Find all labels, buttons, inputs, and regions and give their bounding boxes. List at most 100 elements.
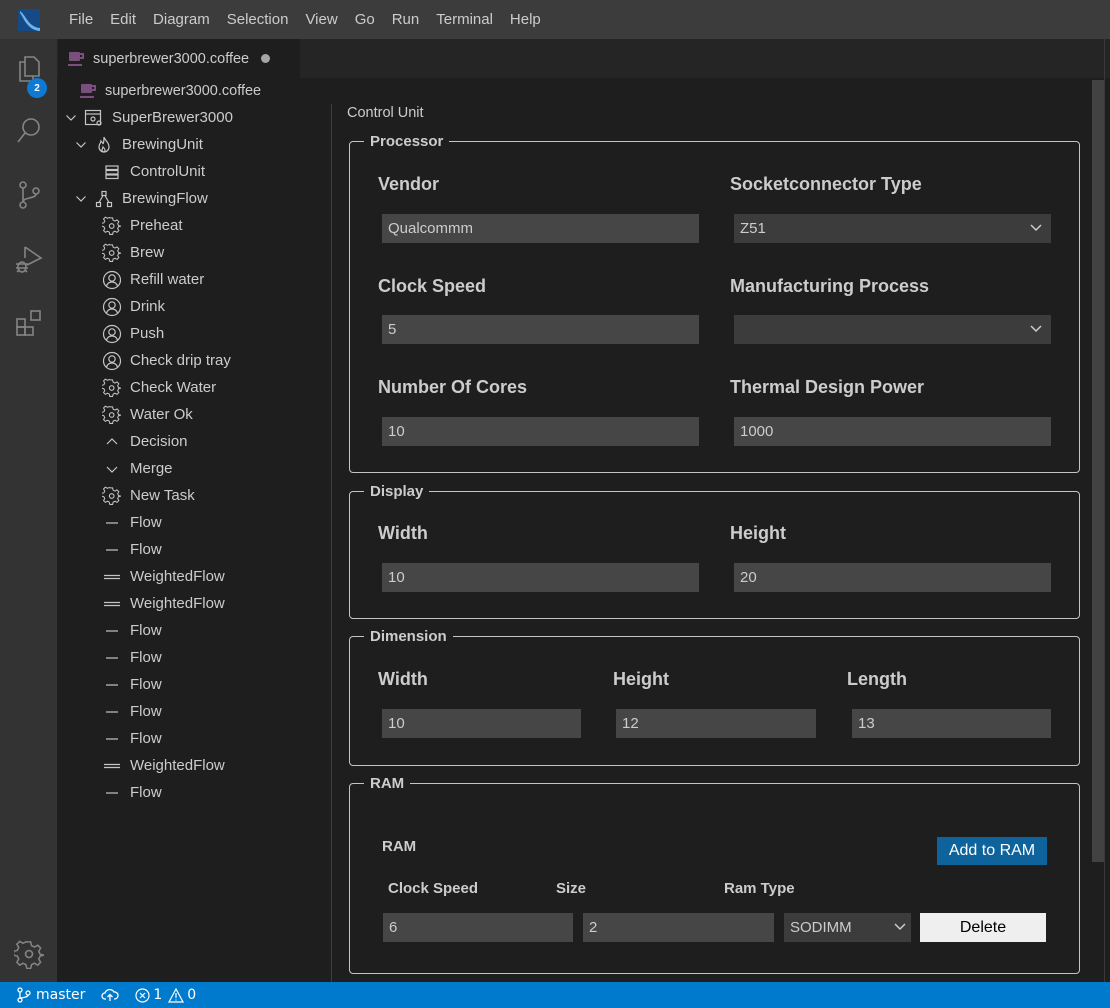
tree-item[interactable]: Flow	[57, 644, 332, 671]
menu-view[interactable]: View	[297, 0, 346, 39]
tree-form-divider[interactable]	[331, 104, 332, 982]
tree-item[interactable]: Flow	[57, 509, 332, 536]
dash-icon	[101, 513, 123, 533]
tree-file-label: superbrewer3000.coffee	[105, 83, 262, 99]
tree-item[interactable]: New Task	[57, 482, 332, 509]
extensions-button[interactable]	[0, 299, 57, 347]
tree-item-label: WeightedFlow	[130, 568, 225, 585]
dimension-width-input[interactable]	[382, 709, 581, 738]
tree-item[interactable]: Flow	[57, 698, 332, 725]
vendor-input[interactable]	[382, 214, 699, 243]
dash-icon	[101, 783, 123, 803]
menu-go[interactable]: Go	[346, 0, 383, 39]
tree-item-label: Check Water	[130, 379, 217, 396]
run-debug-button[interactable]	[0, 235, 57, 283]
expand-chevron-icon[interactable]	[63, 113, 79, 123]
editor-tab[interactable]: superbrewer3000.coffee	[58, 39, 300, 78]
tree-item[interactable]: SuperBrewer3000	[57, 104, 332, 131]
tree-item[interactable]: Brew	[57, 239, 332, 266]
ram-row-clock-speed-input[interactable]	[383, 913, 573, 942]
tree-item-label: Decision	[130, 433, 188, 450]
tree-item-label: Preheat	[130, 217, 183, 234]
ram-row-size-input[interactable]	[583, 913, 774, 942]
source-control-button[interactable]	[0, 171, 57, 219]
tree-item[interactable]: Push	[57, 320, 332, 347]
tree-item-label: Flow	[130, 676, 162, 693]
display-height-input[interactable]	[734, 563, 1051, 592]
dimension-group: Dimension	[349, 628, 1080, 766]
search-button[interactable]	[0, 107, 57, 155]
tree-item[interactable]: Flow	[57, 725, 332, 752]
thermal-design-power-label: Thermal Design Power	[730, 377, 925, 397]
tree-item[interactable]: Preheat	[57, 212, 332, 239]
tree-file-node[interactable]: superbrewer3000.coffee	[80, 80, 261, 102]
menu-run[interactable]: Run	[383, 0, 428, 39]
tree-item[interactable]: Merge	[57, 455, 332, 482]
expand-chevron-icon[interactable]	[73, 140, 89, 150]
menu-terminal[interactable]: Terminal	[428, 0, 502, 39]
thermal-design-power-input[interactable]	[734, 417, 1051, 446]
manufacturing-process-select[interactable]	[734, 315, 1051, 344]
branch-name: master	[36, 987, 86, 1003]
type-hierarchy-icon	[93, 189, 115, 209]
clock-speed-input[interactable]	[382, 315, 699, 344]
expand-chevron-icon[interactable]	[73, 194, 89, 204]
tree-item[interactable]: WeightedFlow	[57, 590, 332, 617]
dimension-length-input[interactable]	[852, 709, 1051, 738]
chevron-up-icon	[101, 432, 123, 452]
tree-item[interactable]: Flow	[57, 671, 332, 698]
menu-diagram[interactable]: Diagram	[145, 0, 219, 39]
warning-icon	[168, 987, 185, 1003]
tab-title: superbrewer3000.coffee	[93, 50, 250, 67]
tree-item[interactable]: WeightedFlow	[57, 563, 332, 590]
add-to-ram-button[interactable]: Add to RAM	[937, 837, 1047, 865]
tree-item[interactable]: Flow	[57, 779, 332, 806]
socketconnector-type-value: Z51	[740, 220, 766, 237]
run-debug-icon	[15, 246, 43, 273]
clock-speed-label: Clock Speed	[378, 276, 487, 296]
flame-icon	[93, 135, 115, 155]
tree-item[interactable]: BrewingUnit	[57, 131, 332, 158]
account-icon	[101, 324, 123, 344]
menu-selection[interactable]: Selection	[218, 0, 297, 39]
branch-status[interactable]: master	[17, 987, 85, 1003]
tree-item[interactable]: Water Ok	[57, 401, 332, 428]
manage-settings-button[interactable]	[0, 930, 57, 978]
tree-item[interactable]: Decision	[57, 428, 332, 455]
server-icon	[101, 162, 123, 182]
tree-item[interactable]: Flow	[57, 536, 332, 563]
dimension-height-input[interactable]	[616, 709, 816, 738]
editor-edge	[1104, 39, 1105, 982]
gear-icon	[101, 243, 123, 263]
tree-item-label: Flow	[130, 622, 162, 639]
tree-item-label: Water Ok	[130, 406, 193, 423]
ram-row-delete-button[interactable]: Delete	[920, 913, 1046, 942]
gear-icon	[101, 405, 123, 425]
tree-item[interactable]: Drink	[57, 293, 332, 320]
sync-status[interactable]	[101, 988, 120, 1002]
tree-item[interactable]: WeightedFlow	[57, 752, 332, 779]
menu-help[interactable]: Help	[501, 0, 549, 39]
vertical-scrollbar-thumb[interactable]	[1092, 80, 1104, 862]
tree-item[interactable]: Check drip tray	[57, 347, 332, 374]
tree-item[interactable]: Check Water	[57, 374, 332, 401]
display-width-input[interactable]	[382, 563, 699, 592]
ram-row-ram-type-select[interactable]: SODIMM	[784, 913, 911, 942]
manufacturing-process-label: Manufacturing Process	[730, 276, 930, 296]
menu-file[interactable]: File	[58, 0, 102, 39]
tree-item-label: Flow	[130, 649, 162, 666]
number-of-cores-input[interactable]	[382, 417, 699, 446]
unsaved-changes-dot[interactable]	[261, 54, 271, 63]
menu-edit[interactable]: Edit	[102, 0, 145, 39]
tree-item[interactable]: Flow	[57, 617, 332, 644]
problems-status[interactable]: 1 0	[135, 987, 196, 1003]
model-tree: SuperBrewer3000 BrewingUnit ControlUnit Bre…	[57, 104, 332, 806]
tree-item-label: New Task	[130, 487, 195, 504]
tree-item[interactable]: Refill water	[57, 266, 332, 293]
tree-item-label: Drink	[130, 298, 166, 315]
tree-item[interactable]: ControlUnit	[57, 158, 332, 185]
tree-item-label: BrewingFlow	[122, 190, 208, 207]
tree-item[interactable]: BrewingFlow	[57, 185, 332, 212]
explorer-button[interactable]: 2	[0, 45, 57, 98]
socketconnector-type-select[interactable]: Z51	[734, 214, 1051, 243]
